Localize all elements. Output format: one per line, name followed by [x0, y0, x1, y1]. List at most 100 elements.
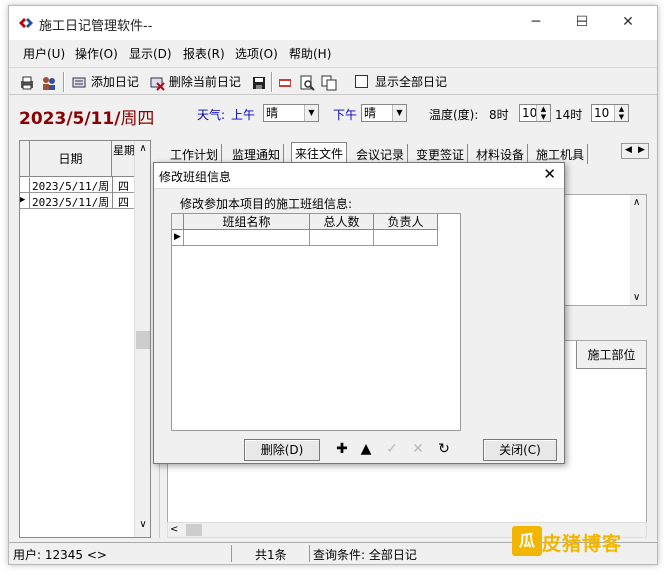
column-leader[interactable]: 负责人	[374, 214, 438, 230]
scroll-up-icon[interactable]: ∧	[135, 143, 151, 159]
show-all-label: 显示全部日记	[375, 75, 448, 89]
weather-pm-select[interactable]: 晴 ▼	[361, 104, 407, 122]
watermark: 瓜 皮猪博客	[512, 524, 630, 560]
refresh-icon[interactable]: ↻	[435, 440, 453, 458]
close-button[interactable]: ✕	[605, 6, 651, 38]
delete-button[interactable]: 删除(D)	[244, 439, 320, 461]
add-icon[interactable]: ✚	[333, 440, 351, 458]
tab-meetings[interactable]: 会议记录	[353, 144, 409, 164]
weather-am-select[interactable]: 晴 ▼	[263, 104, 319, 122]
edit-team-dialog: 修改班组信息 ✕ 修改参加本项目的施工班组信息: 班组名称 总人数 负责人 ▶ …	[153, 162, 565, 464]
app-icon	[19, 18, 33, 28]
spin-arrows-icon[interactable]: ▲ ▼	[536, 105, 550, 121]
cell-team-name[interactable]	[184, 230, 310, 246]
cancel-icon[interactable]: ✕	[409, 440, 427, 458]
column-construction-site[interactable]: 施工部位	[576, 341, 646, 369]
show-all-checkbox[interactable]	[355, 75, 368, 88]
current-date-value: 2023/5/11/	[19, 109, 121, 129]
row-week: 四	[118, 180, 129, 193]
tab-materials[interactable]: 材料设备	[473, 144, 529, 164]
menu-user[interactable]: 用户(U)	[23, 45, 65, 62]
scroll-thumb[interactable]	[186, 524, 202, 536]
row-week: 四	[118, 196, 129, 209]
row-pointer-icon: ▶	[172, 230, 184, 246]
tab-work-plan[interactable]: 工作计划	[167, 144, 223, 164]
chevron-down-icon[interactable]: ▼	[392, 105, 406, 121]
preview-icon[interactable]	[299, 72, 315, 92]
column-team-name[interactable]: 班组名称	[184, 214, 310, 230]
team-grid[interactable]: 班组名称 总人数 负责人 ▶	[171, 213, 461, 431]
menu-help[interactable]: 帮助(H)	[289, 45, 331, 62]
row-date: 2023/5/11/周	[32, 196, 110, 209]
add-diary-button[interactable]: 添加日记	[71, 72, 139, 92]
close-button[interactable]: 关闭(C)	[483, 439, 557, 461]
team-grid-header: 班组名称 总人数 负责人	[172, 214, 438, 230]
left-scrollbar[interactable]: ∧ ∨	[134, 141, 150, 537]
row-date: 2023/5/11/周	[32, 180, 110, 193]
tab-scroll[interactable]: ◀ ▶	[621, 143, 649, 159]
temp-14-label: 14时	[555, 108, 583, 122]
toolbar-separator-2	[271, 72, 273, 92]
delete-diary-label: 删除当前日记	[168, 75, 241, 89]
prior-icon[interactable]: ▲	[357, 440, 375, 458]
temp-8-spinner[interactable]: 10 ▲ ▼	[519, 104, 551, 122]
scroll-down-icon[interactable]: ∨	[135, 519, 151, 535]
add-diary-label: 添加日记	[90, 75, 139, 89]
list-header: 日期 星期	[20, 141, 136, 177]
tab-correspondence[interactable]: 来往文件	[291, 142, 348, 164]
scroll-down-icon[interactable]: ∨	[633, 292, 640, 303]
menu-report[interactable]: 报表(R)	[183, 45, 225, 62]
cell-leader[interactable]	[374, 230, 438, 246]
watermark-logo-icon: 瓜	[512, 526, 542, 556]
chevron-down-icon[interactable]: ▼	[304, 105, 318, 121]
close-icon[interactable]: ✕	[543, 165, 556, 183]
column-date[interactable]: 日期	[30, 141, 112, 177]
weather-row: 天气: 上午 晴 ▼ 下午 晴 ▼ 温度(度): 8时 10 ▲ ▼ 14时 10…	[151, 102, 651, 126]
temp-14-spinner[interactable]: 10 ▲ ▼	[591, 104, 629, 122]
toolbar: 添加日记 删除当前日记 显示全部日记	[9, 67, 657, 95]
table-row[interactable]: ▶	[172, 230, 438, 246]
scroll-left-icon[interactable]: <	[170, 524, 178, 535]
scroll-up-icon[interactable]: ∧	[633, 197, 640, 208]
column-headcount[interactable]: 总人数	[310, 214, 374, 230]
users-icon[interactable]	[41, 72, 57, 92]
memo-scrollbar[interactable]: ∧ ∨	[630, 195, 646, 305]
save-icon[interactable]	[251, 72, 267, 92]
scroll-thumb[interactable]	[136, 331, 150, 349]
weather-am-label: 上午	[231, 108, 256, 122]
tab-machinery[interactable]: 施工机具	[533, 144, 589, 164]
watermark-text: 皮猪博客	[542, 533, 623, 555]
list-item[interactable]: ▶ 2023/5/11/周 四	[20, 193, 136, 209]
dialog-instruction: 修改参加本项目的施工班组信息:	[180, 197, 353, 211]
tab-change-orders[interactable]: 变更签证	[413, 144, 469, 164]
minimize-button-2[interactable]: ─	[513, 6, 559, 38]
menu-display[interactable]: 显示(D)	[129, 45, 172, 62]
report-icon[interactable]	[277, 72, 293, 92]
tab-right-icon[interactable]: ▶	[638, 145, 645, 155]
toolbar-separator	[63, 72, 65, 92]
row-pointer-icon: ▶	[20, 193, 30, 208]
diary-date-list[interactable]: 日期 星期 2023/5/11/周 四 ▶ 2023/5/11/周 四 ∧ ∨	[19, 140, 151, 538]
tab-strip: 工作计划 监理通知 来往文件 会议记录 变更签证 材料设备 施工机具	[167, 142, 645, 164]
status-count: 共1条	[255, 548, 287, 562]
temp-8-value: 10	[522, 106, 538, 120]
maximize-button[interactable]: ☐	[559, 6, 605, 38]
status-user: 用户: 12345 <>	[13, 548, 107, 562]
status-query: 查询条件: 全部日记	[313, 548, 417, 562]
temp-14-value: 10	[594, 106, 610, 120]
spin-arrows-icon[interactable]: ▲ ▼	[614, 105, 628, 121]
print-icon[interactable]	[19, 72, 35, 92]
menu-operate[interactable]: 操作(O)	[75, 45, 118, 62]
temp-8-label: 8时	[489, 108, 509, 122]
cell-headcount[interactable]	[310, 230, 374, 246]
menu-options[interactable]: 选项(O)	[235, 45, 278, 62]
tab-supervision[interactable]: 监理通知	[229, 144, 285, 164]
delete-diary-button[interactable]: 删除当前日记	[149, 72, 241, 92]
copy-icon[interactable]	[321, 72, 337, 92]
add-diary-icon	[72, 77, 86, 87]
column-week[interactable]: 星期	[112, 141, 136, 177]
post-icon[interactable]: ✓	[383, 440, 401, 458]
list-item[interactable]: 2023/5/11/周 四	[20, 177, 136, 193]
tab-left-icon[interactable]: ◀	[625, 145, 632, 155]
menu-bar: 用户(U) 操作(O) 显示(D) 报表(R) 选项(O) 帮助(H)	[9, 41, 657, 65]
